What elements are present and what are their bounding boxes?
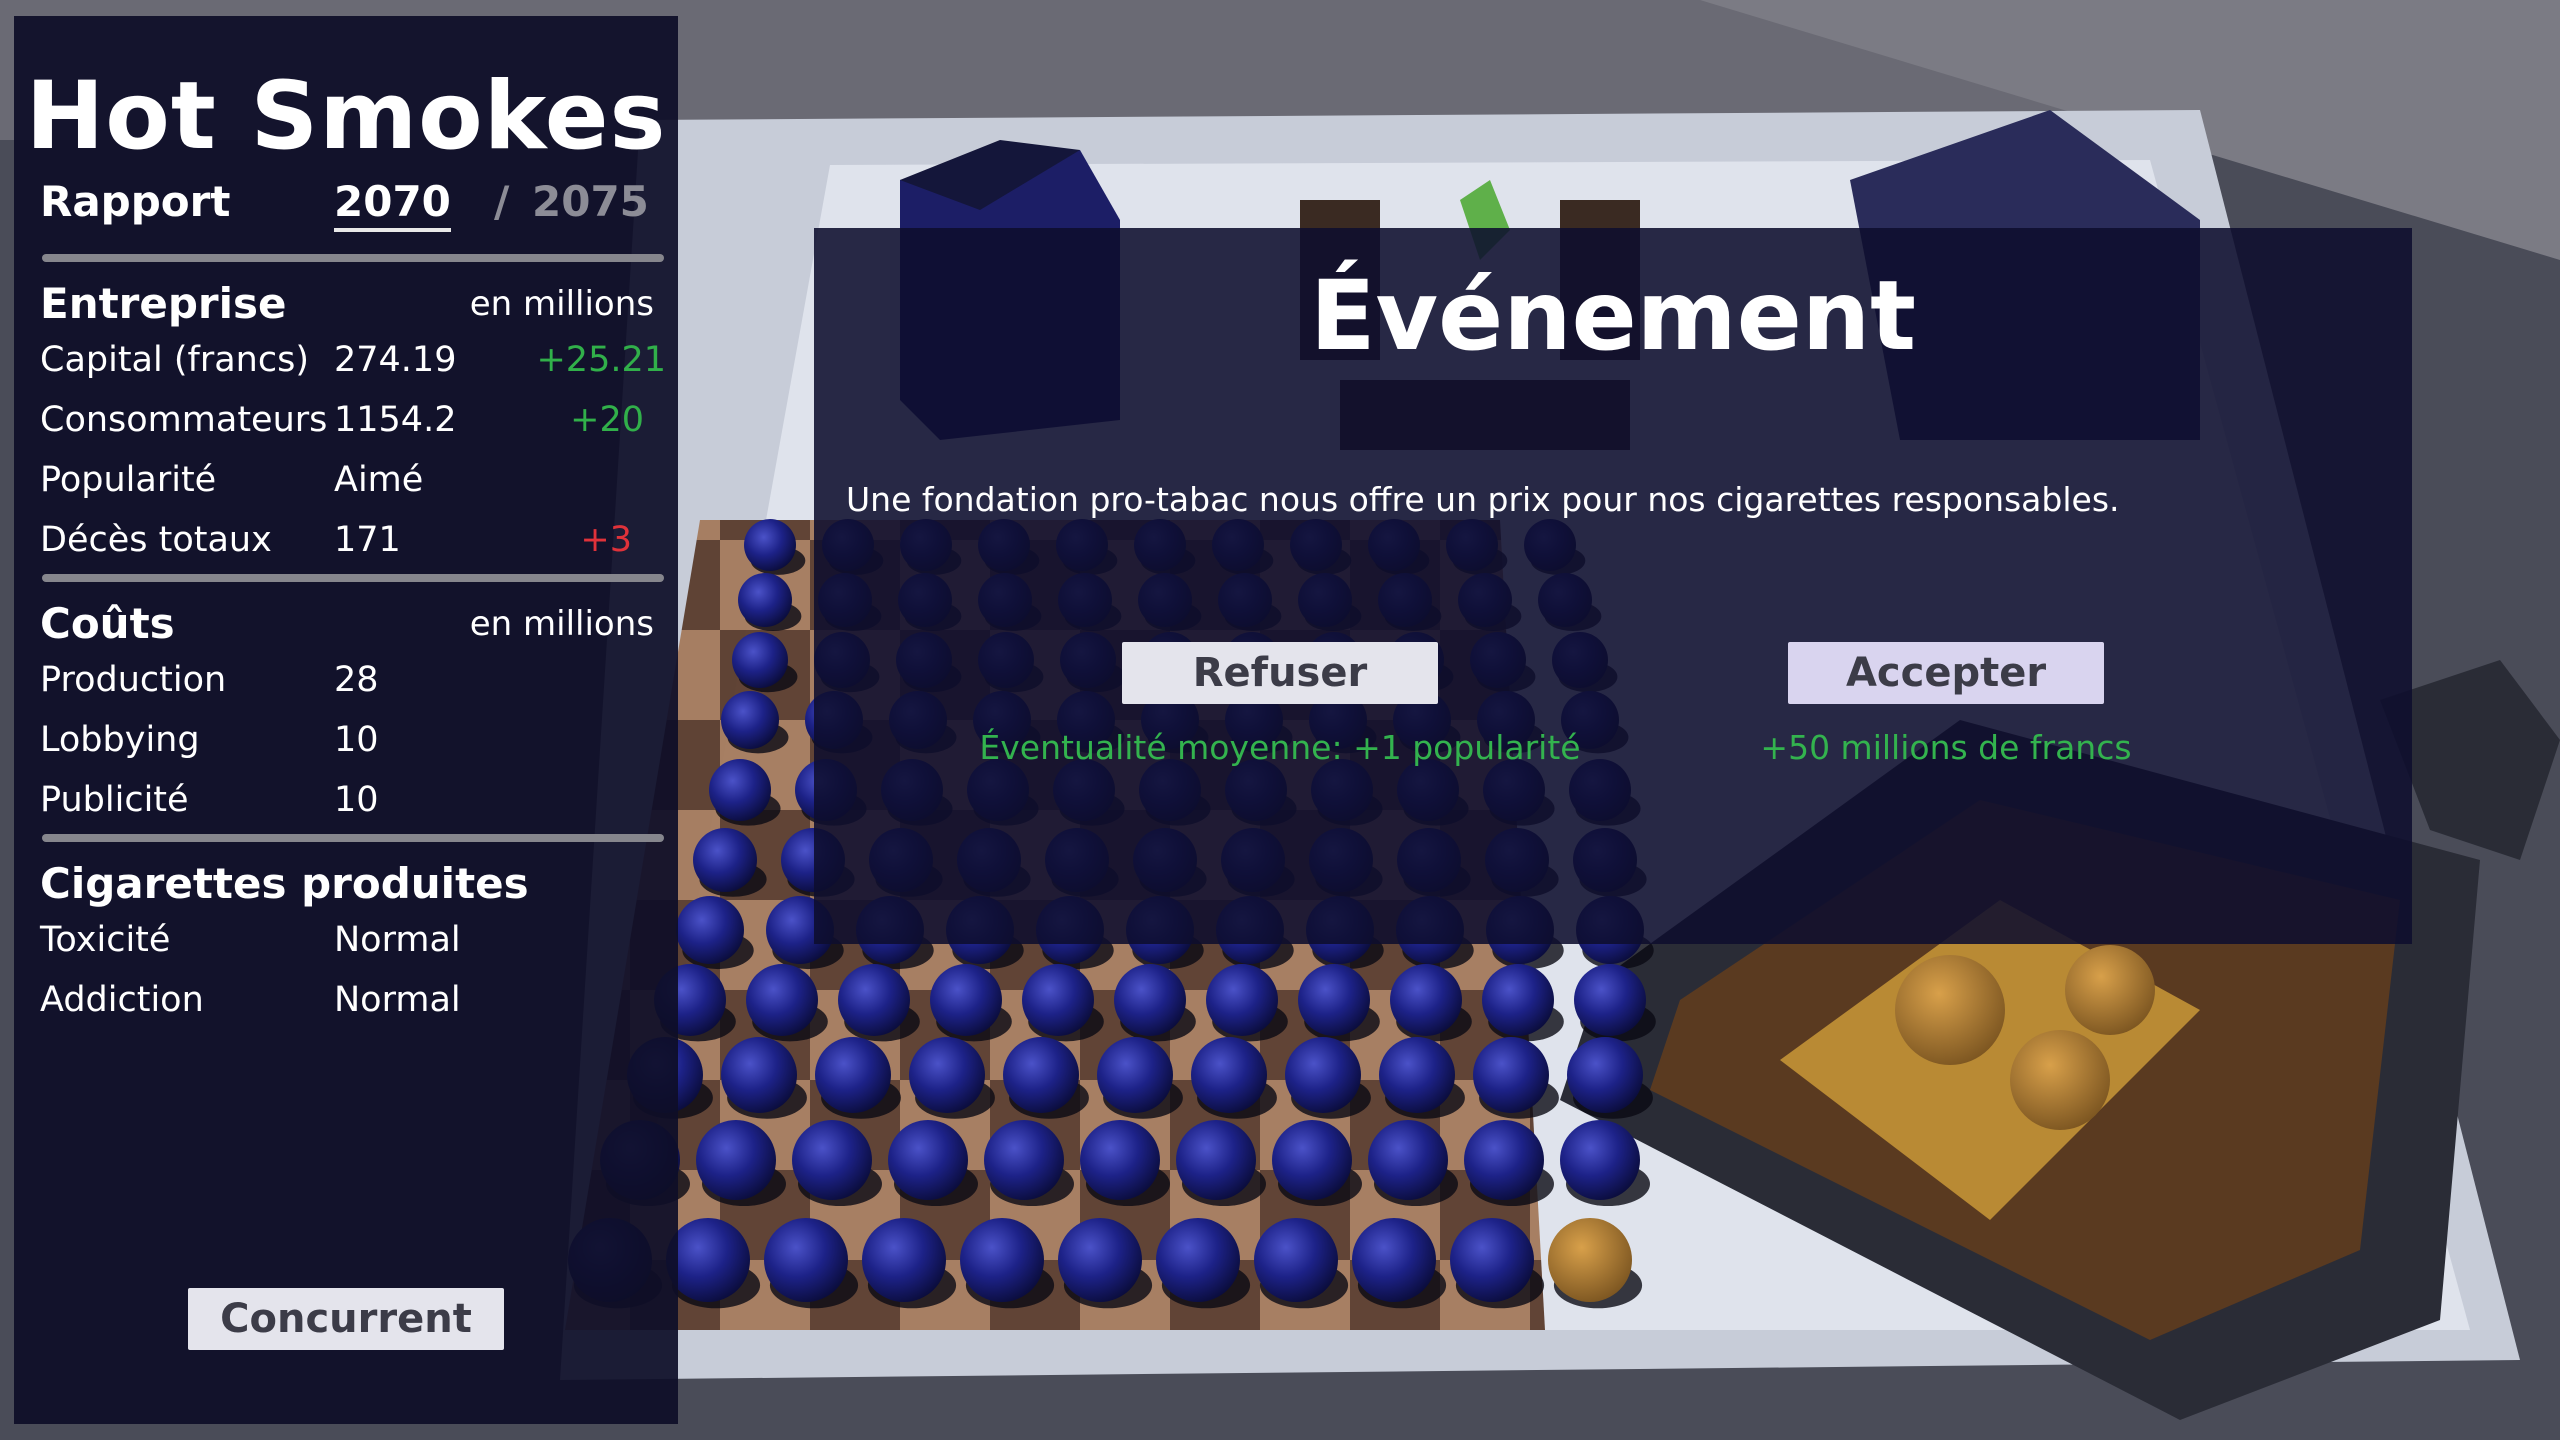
couts-heading: Coûts xyxy=(40,599,175,648)
consommateurs-label: Consommateurs xyxy=(40,400,328,440)
game-piece xyxy=(1450,1218,1534,1302)
lobbying-value: 10 xyxy=(334,720,379,760)
rapport-label: Rapport xyxy=(40,177,231,226)
game-piece xyxy=(1473,1037,1549,1113)
divider xyxy=(42,574,664,582)
company-title: Hot Smokes xyxy=(25,62,667,171)
refuse-button[interactable]: Refuser xyxy=(1122,642,1438,704)
toxicite-value: Normal xyxy=(334,920,461,960)
game-piece xyxy=(838,964,910,1036)
game-piece xyxy=(732,632,788,688)
event-dialog: Événement Une fondation pro-tabac nous o… xyxy=(814,228,2412,944)
game-piece xyxy=(1379,1037,1455,1113)
game-piece xyxy=(1191,1037,1267,1113)
consommateurs-value: 1154.2 xyxy=(334,400,457,440)
game-piece xyxy=(1058,1218,1142,1302)
game-piece xyxy=(1022,964,1094,1036)
game-piece xyxy=(676,896,744,964)
game-piece xyxy=(792,1120,872,1200)
game-piece xyxy=(1176,1120,1256,1200)
publicite-label: Publicité xyxy=(40,780,189,820)
report-panel: Hot Smokes Rapport 2070 / 2075 Entrepris… xyxy=(14,16,678,1424)
lobbying-label: Lobbying xyxy=(40,720,200,760)
game-piece xyxy=(1390,964,1462,1036)
game-piece xyxy=(693,828,757,892)
accept-button[interactable]: Accepter xyxy=(1788,642,2104,704)
event-title: Événement xyxy=(1309,260,1917,372)
game-piece xyxy=(1206,964,1278,1036)
game-piece xyxy=(1097,1037,1173,1113)
game-piece xyxy=(1080,1120,1160,1200)
game-piece xyxy=(1272,1120,1352,1200)
game-piece xyxy=(1352,1218,1436,1302)
game-piece xyxy=(815,1037,891,1113)
game-piece xyxy=(1560,1120,1640,1200)
year-separator: / xyxy=(494,177,510,226)
game-piece xyxy=(1482,964,1554,1036)
game-piece xyxy=(738,573,792,627)
event-description: Une fondation pro-tabac nous offre un pr… xyxy=(846,480,2120,519)
game-piece xyxy=(1548,1218,1632,1302)
game-piece xyxy=(744,519,796,571)
game-piece xyxy=(1003,1037,1079,1113)
toxicite-label: Toxicité xyxy=(40,920,171,960)
game-piece xyxy=(709,759,771,821)
cigarettes-heading: Cigarettes produites xyxy=(40,859,529,908)
game-piece xyxy=(960,1218,1044,1302)
consommateurs-delta: +20 xyxy=(570,400,644,440)
divider xyxy=(42,834,664,842)
game-piece xyxy=(1567,1037,1643,1113)
production-value: 28 xyxy=(334,660,379,700)
popularite-label: Popularité xyxy=(40,460,217,500)
addiction-label: Addiction xyxy=(40,980,204,1020)
couts-unit: en millions xyxy=(469,604,654,644)
game-piece xyxy=(721,691,779,749)
game-piece xyxy=(1114,964,1186,1036)
capital-value: 274.19 xyxy=(334,340,457,380)
accept-effect: +50 millions de francs xyxy=(1760,728,2132,767)
game-piece xyxy=(984,1120,1064,1200)
game-piece xyxy=(888,1120,968,1200)
entreprise-unit: en millions xyxy=(469,284,654,324)
publicite-value: 10 xyxy=(334,780,379,820)
game-piece xyxy=(764,1218,848,1302)
entreprise-heading: Entreprise xyxy=(40,279,287,328)
game-piece xyxy=(1298,964,1370,1036)
game-piece xyxy=(746,964,818,1036)
production-label: Production xyxy=(40,660,227,700)
game-piece xyxy=(1156,1218,1240,1302)
deces-label: Décès totaux xyxy=(40,520,272,560)
current-year: 2070 xyxy=(334,176,451,232)
concurrent-button[interactable]: Concurrent xyxy=(188,1288,504,1350)
deces-delta: +3 xyxy=(580,520,632,560)
capital-label: Capital (francs) xyxy=(40,340,309,380)
game-piece xyxy=(1368,1120,1448,1200)
game-piece xyxy=(1574,964,1646,1036)
game-piece xyxy=(721,1037,797,1113)
popularite-value: Aimé xyxy=(334,460,424,500)
game-piece xyxy=(666,1218,750,1302)
game-piece xyxy=(696,1120,776,1200)
addiction-value: Normal xyxy=(334,980,461,1020)
refuse-effect: Éventualité moyenne: +1 popularité xyxy=(979,728,1581,767)
game-piece xyxy=(862,1218,946,1302)
capital-delta: +25.21 xyxy=(536,340,666,380)
game-piece xyxy=(1464,1120,1544,1200)
game-piece xyxy=(1254,1218,1338,1302)
game-piece xyxy=(1285,1037,1361,1113)
deces-value: 171 xyxy=(334,520,401,560)
final-year: 2075 xyxy=(532,177,649,226)
game-piece xyxy=(909,1037,985,1113)
divider xyxy=(42,254,664,262)
game-piece xyxy=(930,964,1002,1036)
